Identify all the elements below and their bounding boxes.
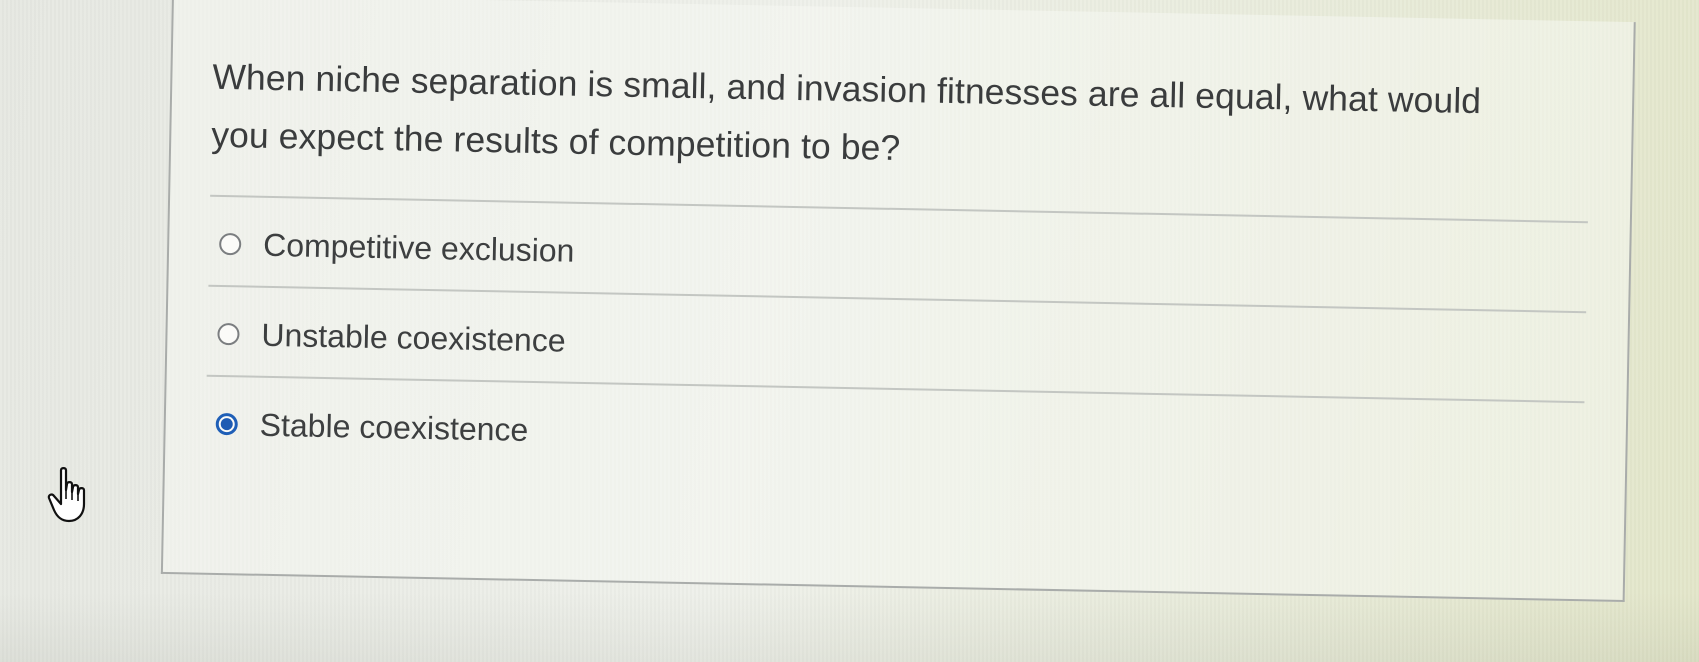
option-competitive-exclusion[interactable]: Competitive exclusion bbox=[218, 224, 575, 271]
radio-selected-dot bbox=[220, 418, 233, 431]
question-card: When niche separation is small, and inva… bbox=[160, 0, 1636, 602]
radio-button-stable-coexistence[interactable] bbox=[215, 412, 238, 436]
option-label-unstable-coexistence: Unstable coexistence bbox=[261, 316, 566, 359]
bottom-shadow bbox=[0, 592, 1699, 662]
divider-1 bbox=[210, 194, 1588, 224]
option-label-stable-coexistence: Stable coexistence bbox=[259, 406, 529, 448]
divider-2 bbox=[208, 284, 1587, 314]
option-unstable-coexistence[interactable]: Unstable coexistence bbox=[217, 314, 566, 361]
option-label-competitive-exclusion: Competitive exclusion bbox=[262, 226, 575, 269]
question-text: When niche separation is small, and inva… bbox=[210, 56, 1482, 169]
radio-button-competitive-exclusion[interactable] bbox=[218, 232, 242, 256]
option-stable-coexistence[interactable]: Stable coexistence bbox=[215, 404, 529, 450]
divider-3 bbox=[206, 374, 1585, 404]
radio-button-unstable-coexistence[interactable] bbox=[217, 322, 240, 346]
